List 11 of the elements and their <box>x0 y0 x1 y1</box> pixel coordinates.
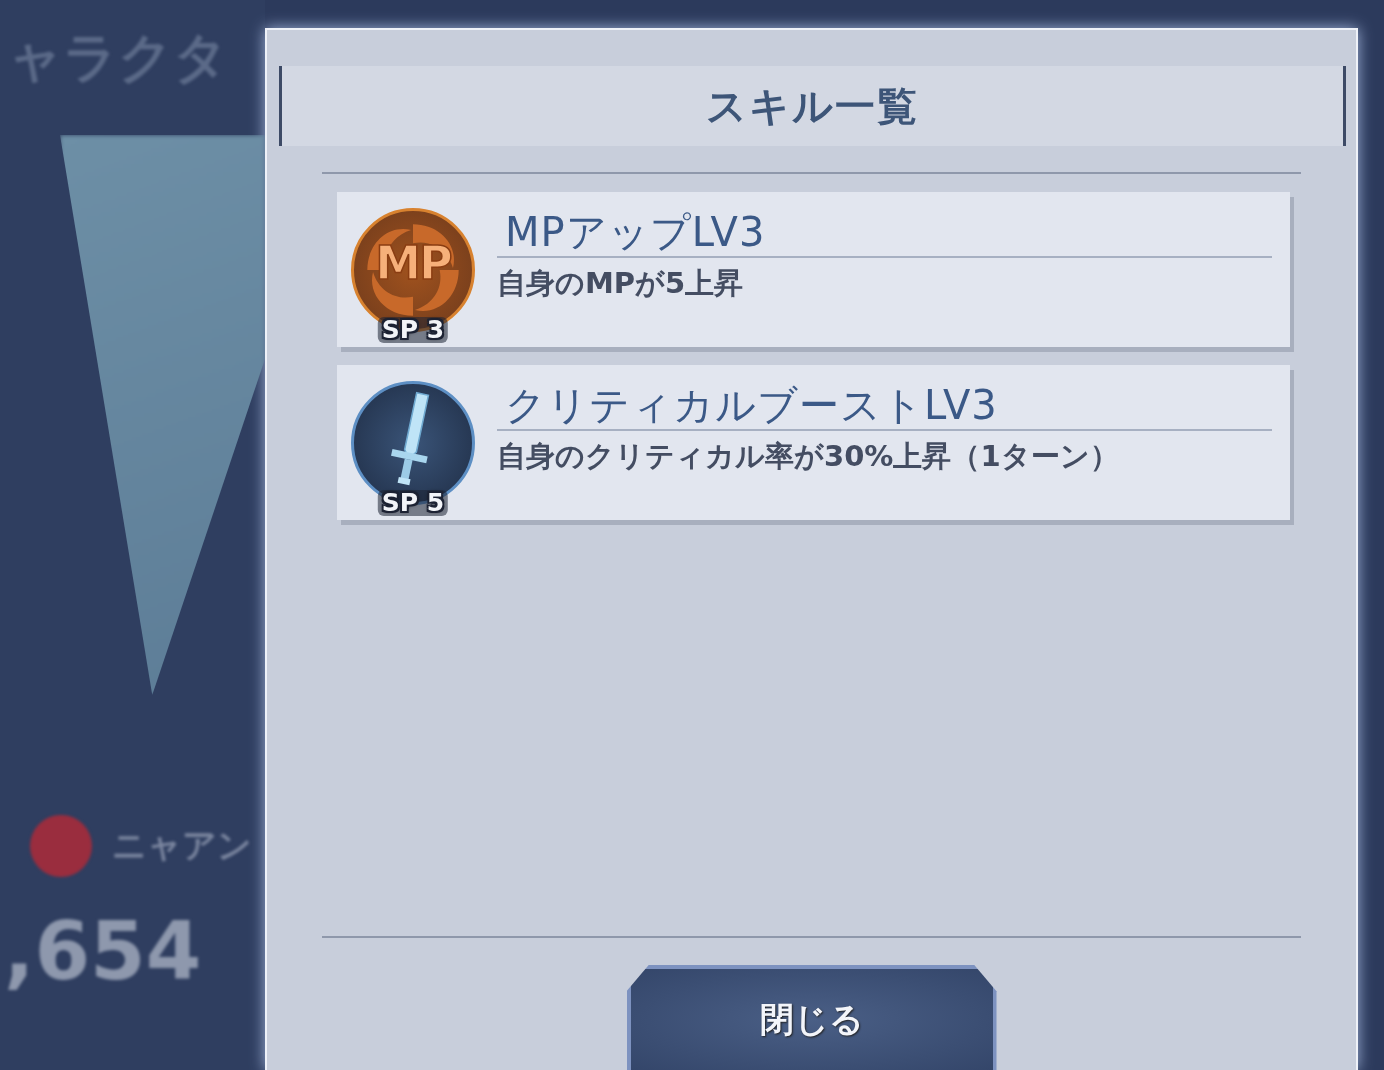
dialog-title: スキル一覧 <box>706 81 919 131</box>
skill-description: 自身のクリティカル率が30%上昇（1ターン） <box>497 438 1120 475</box>
skill-name: MPアップLV3 <box>497 208 1272 258</box>
close-button[interactable]: 閉じる <box>626 965 997 1070</box>
background-name: ニャアン <box>112 824 252 867</box>
background-value: ,654 <box>4 905 203 998</box>
badge-icon <box>30 815 92 877</box>
sp-cost: SP 5 <box>377 489 449 516</box>
skill-name: クリティカルブーストLV3 <box>497 381 1272 431</box>
skill-description: 自身のMPが5上昇 <box>497 265 745 302</box>
badge-label: MP <box>375 235 451 290</box>
